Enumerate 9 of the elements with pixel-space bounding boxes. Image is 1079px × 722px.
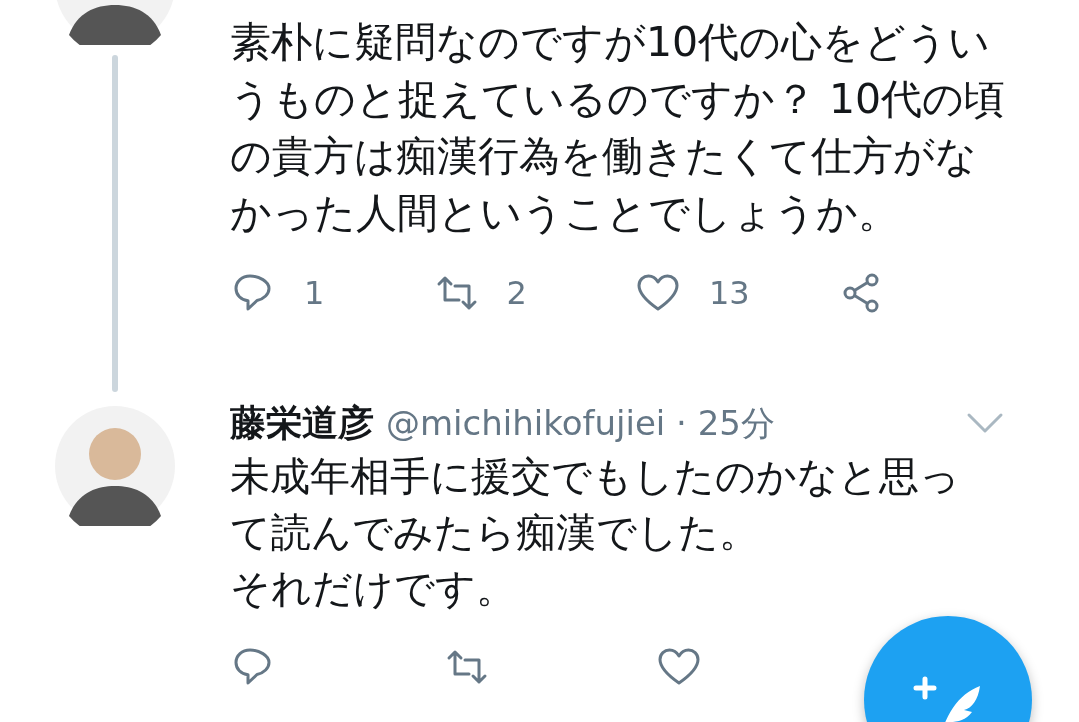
action-count: 2: [506, 274, 527, 312]
action-count: 1: [304, 274, 325, 312]
tweet-text: それだけです。: [230, 564, 517, 613]
tweet-text: 未成年相手に援交でもしたのかなと思って読んでみたら痴漢でした。: [230, 452, 961, 557]
avatar[interactable]: [55, 406, 175, 526]
user-handle: @michihikofujiei · 25分: [386, 401, 775, 445]
action-count: 13: [709, 274, 750, 312]
tweet-text: 素朴に疑問なのですが10代の心をどういうものと捉えているのですか？ 10代の頃の貴方は痴漢行為を働きたくて仕方がなかった人間ということでしょうか。: [230, 17, 1007, 239]
user-name[interactable]: 藤栄道彦: [230, 398, 374, 448]
